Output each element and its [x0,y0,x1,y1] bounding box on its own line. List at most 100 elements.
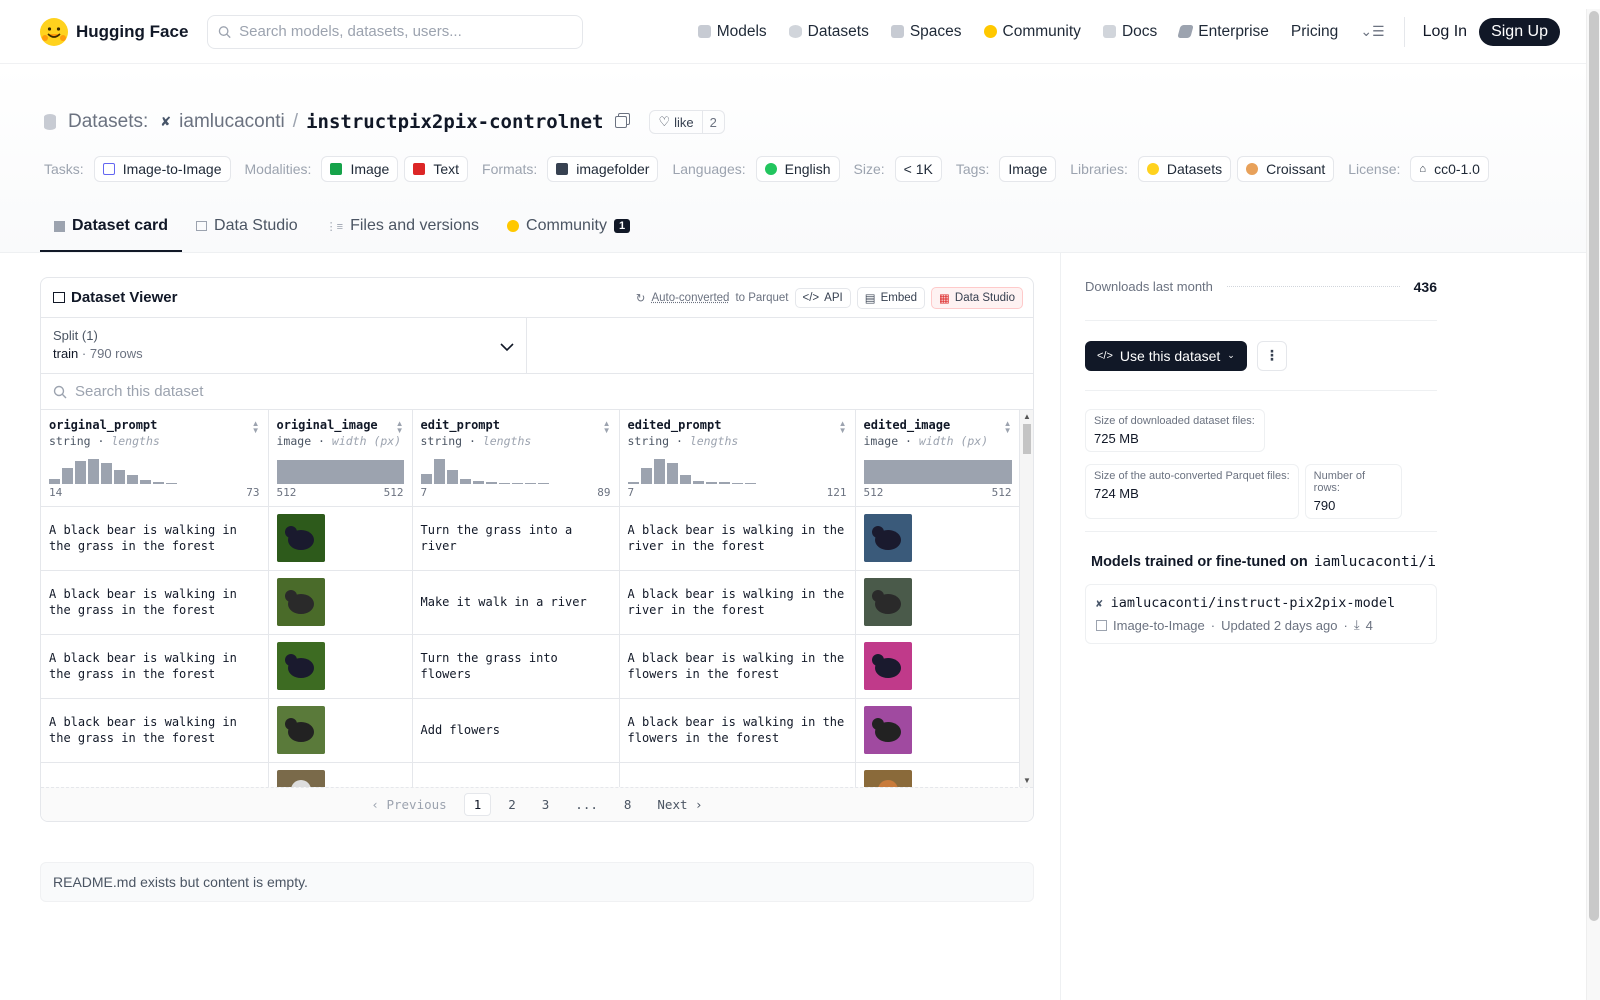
readme-notice: README.md exists but content is empty. [40,862,1034,902]
cell-edited-image[interactable] [855,634,1021,699]
cell-edit-prompt[interactable]: Make it walk in a river [412,570,620,635]
cell-edit-prompt[interactable]: Add flowers [412,698,620,763]
image-thumbnail[interactable] [276,642,325,690]
page-3-button[interactable]: 3 [533,794,559,815]
sort-icon[interactable]: ▲ ▼ [396,420,404,435]
cell-original-prompt[interactable]: A black bear is walking in the grass in … [41,570,269,635]
tag-size[interactable]: < 1K [894,156,942,182]
embed-button[interactable]: ▤ Embed [856,286,926,309]
page-scrollbar[interactable] [1586,9,1600,1000]
tag-modality-image[interactable]: Image [321,156,399,182]
table-row[interactable]: A black bear is walking in the grass in … [41,698,1021,763]
image-thumbnail[interactable] [863,706,912,754]
login-button[interactable]: Log In [1411,23,1479,41]
model-card[interactable]: ✘ iamlucaconti/instruct-pix2pix-model Ima… [1085,584,1437,644]
tab-files[interactable]: ⋮≡ Files and versions [312,202,493,252]
cell-original-prompt[interactable]: A black bear is walking in the grass in … [41,506,269,571]
cell-edited-image[interactable] [855,570,1021,635]
global-search-box[interactable] [207,14,583,49]
table-row[interactable]: A black bear is walking in the grass in … [41,506,1021,571]
cell-edited-prompt[interactable]: A black bear is walking in the flowers i… [619,634,856,699]
prev-page-button[interactable]: ‹ Previous [362,794,455,815]
cell-edited-image[interactable] [855,698,1021,763]
tab-dataset-card[interactable]: Dataset card [40,202,183,252]
dataset-search-input[interactable]: Search this dataset [75,383,203,400]
column-range: 512 512 [863,486,1012,499]
tab-data-studio[interactable]: Data Studio [182,202,312,252]
tag-license[interactable]: ⌂ cc0-1.0 [1410,156,1489,182]
tag-lib-datasets[interactable]: Datasets [1137,156,1232,182]
cell-original-image[interactable] [268,698,413,763]
like-button[interactable]: ♡ like 2 [649,110,725,134]
cell-edited-image[interactable] [855,506,1021,571]
cell-edited-prompt[interactable]: A black bear is walking in the river in … [619,506,856,571]
column-header-edited-image[interactable]: edited_image image · width (px) ▲ ▼ 512 512 [855,410,1021,507]
tag-lib-croissant[interactable]: Croissant [1237,156,1335,182]
cell-edited-prompt[interactable]: A black bear is walking in the flowers i… [619,698,856,763]
cell-original-image[interactable] [268,634,413,699]
repo-owner-link[interactable]: iamlucaconti [179,111,285,133]
image-thumbnail[interactable] [276,514,325,562]
sort-icon[interactable]: ▲ ▼ [839,420,847,435]
cell-original-prompt[interactable]: A black bear is walking in the grass in … [41,698,269,763]
nav-docs[interactable]: Docs [1092,23,1168,41]
nav-more-menu[interactable]: ⌄☰ [1349,23,1395,40]
tag-task[interactable]: Image-to-Image [93,156,231,182]
cell-edit-prompt[interactable]: Turn the grass into flowers [412,634,620,699]
nav-pricing[interactable]: Pricing [1280,23,1349,41]
tag-format[interactable]: imagefolder [547,156,659,182]
use-this-dataset-button[interactable]: </> Use this dataset ⌄ [1085,340,1247,371]
column-header-original-prompt[interactable]: original_prompt string · lengths ▲ ▼ 14 73 [41,410,269,507]
viewer-title: Dataset Viewer [71,289,178,306]
image-thumbnail[interactable] [276,578,325,626]
cell-original-image[interactable] [268,506,413,571]
nav-datasets[interactable]: Datasets [778,23,880,41]
cell-original-image[interactable] [268,570,413,635]
tag-language[interactable]: English [755,156,840,182]
split-selector[interactable]: Split (1) train · 790 rows [41,318,527,373]
next-page-button[interactable]: Next › [648,794,711,815]
data-studio-button[interactable]: ▦ Data Studio [931,286,1023,309]
cell-edited-prompt[interactable]: A black bear is walking in the river in … [619,570,856,635]
tab-community[interactable]: Community 1 [493,202,644,252]
page-1-button[interactable]: 1 [463,793,492,816]
table-row[interactable]: A black bear is walking in the grass in … [41,570,1021,635]
signup-button[interactable]: Sign Up [1479,17,1560,46]
tag-modality-text[interactable]: Text [404,156,469,182]
brand-logo-link[interactable]: Hugging Face [40,17,205,46]
page-8-button[interactable]: 8 [615,794,641,815]
scroll-up-icon[interactable]: ▲ [1023,412,1031,421]
copy-icon[interactable] [615,116,628,128]
tag-image[interactable]: Image [999,156,1057,182]
table-row[interactable]: A black bear is walking in the grass in … [41,634,1021,699]
column-header-original-image[interactable]: original_image image · width (px) ▲ ▼ 512 512 [268,410,413,507]
image-thumbnail[interactable] [863,770,912,787]
sort-icon[interactable]: ▲ ▼ [1004,420,1012,435]
grid-scrollbar[interactable]: ▲ ▼ [1019,410,1033,787]
more-options-button[interactable]: ⋮ [1256,340,1287,371]
nav-enterprise[interactable]: Enterprise [1168,23,1280,41]
image-thumbnail[interactable] [863,642,912,690]
repo-name-link[interactable]: instructpix2pix-controlnet [306,111,603,133]
global-search-input[interactable] [239,23,572,40]
image-thumbnail[interactable] [863,578,912,626]
scroll-down-icon[interactable]: ▼ [1023,776,1031,785]
nav-community[interactable]: Community [973,23,1092,41]
table-row[interactable] [41,762,1021,787]
histogram-bar [276,460,404,484]
image-thumbnail[interactable] [276,706,325,754]
sort-icon[interactable]: ▲ ▼ [252,420,260,435]
cell-original-prompt[interactable]: A black bear is walking in the grass in … [41,634,269,699]
image-thumbnail[interactable] [276,770,325,787]
auto-converted-link[interactable]: Auto-converted [651,292,729,304]
dataset-search-box[interactable]: Search this dataset [41,374,1033,410]
api-button[interactable]: </> API [794,287,851,308]
nav-models[interactable]: Models [687,23,778,41]
page-2-button[interactable]: 2 [499,794,525,815]
column-header-edited-prompt[interactable]: edited_prompt string · lengths ▲ ▼ 7 121 [619,410,856,507]
cell-edit-prompt[interactable]: Turn the grass into a river [412,506,620,571]
nav-spaces[interactable]: Spaces [880,23,973,41]
image-thumbnail[interactable] [863,514,912,562]
column-header-edit-prompt[interactable]: edit_prompt string · lengths ▲ ▼ 7 89 [412,410,620,507]
sort-icon[interactable]: ▲ ▼ [603,420,611,435]
